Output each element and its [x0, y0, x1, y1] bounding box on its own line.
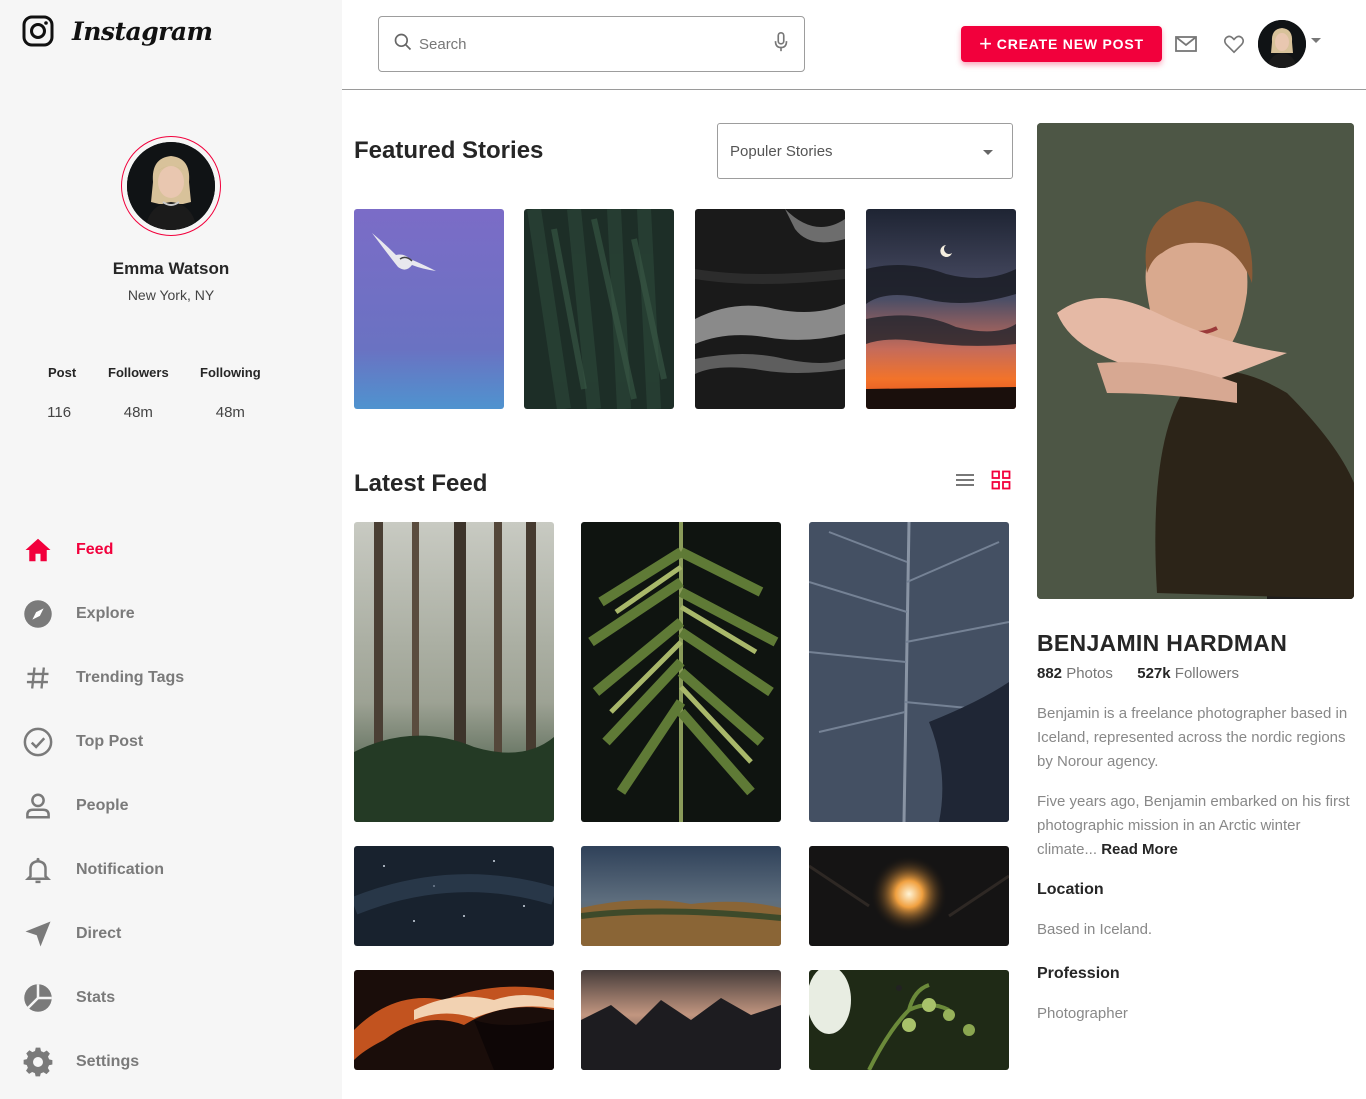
feed-image[interactable]	[809, 522, 1009, 822]
sidebar-item-label: Top Post	[76, 733, 144, 750]
gear-icon	[22, 1046, 54, 1078]
profile-name: Emma Watson	[112, 259, 230, 278]
sidebar-item-label: Feed	[76, 541, 114, 558]
list-view-icon[interactable]	[954, 469, 976, 491]
bell-icon	[22, 854, 54, 886]
stat-value: 48m	[123, 404, 153, 421]
sidebar-item-label: Explore	[76, 605, 135, 622]
sidebar-item-notification[interactable]: Notification	[22, 838, 184, 902]
story-thumbnail[interactable]	[354, 209, 504, 409]
chevron-down-icon[interactable]	[1311, 38, 1321, 43]
hashtag-icon	[22, 662, 54, 694]
compass-icon	[22, 598, 54, 630]
stat-label: Post	[48, 365, 77, 380]
featured-stories-title: Featured Stories	[354, 137, 544, 164]
feed-image[interactable]	[809, 970, 1009, 1070]
sidebar-item-top-post[interactable]: Top Post	[22, 710, 184, 774]
photos-label: Photos	[1066, 665, 1113, 682]
story-thumbnail[interactable]	[695, 209, 845, 409]
plus-icon: +	[979, 31, 993, 56]
sidebar-item-people[interactable]: People	[22, 774, 184, 838]
read-more-link[interactable]: Read More	[1101, 841, 1178, 858]
sidebar-item-label: Trending Tags	[76, 669, 185, 686]
profession-heading: Profession	[1037, 965, 1120, 982]
stat-value: 116	[47, 404, 72, 421]
feed-image[interactable]	[354, 970, 554, 1070]
profile-card-photo[interactable]	[1037, 123, 1354, 599]
feed-image[interactable]	[354, 846, 554, 946]
sidebar-item-label: Notification	[76, 861, 164, 878]
sidebar-nav: Feed Explore Trending Tags Top Post Peop…	[22, 518, 184, 1094]
create-new-post-label: CREATE NEW POST	[996, 36, 1144, 52]
followers-count: 527k	[1137, 665, 1171, 682]
stat-label: Following	[200, 365, 261, 380]
stat-followers: Followers 48m	[108, 365, 169, 421]
sidebar-item-label: People	[76, 797, 129, 814]
feed-image[interactable]	[581, 846, 781, 946]
stories-filter-value: Populer Stories	[730, 142, 833, 160]
sidebar-item-label: Stats	[76, 989, 116, 1006]
sidebar-item-settings[interactable]: Settings	[22, 1030, 184, 1094]
profile-card-bio: Benjamin is a freelance photographer bas…	[1037, 705, 1348, 770]
pie-chart-icon	[22, 982, 54, 1014]
story-thumbnail[interactable]	[866, 209, 1016, 409]
header-avatar[interactable]	[1258, 20, 1306, 68]
photos-count: 882	[1037, 665, 1063, 682]
feed-image[interactable]	[809, 846, 1009, 946]
sidebar-item-trending-tags[interactable]: Trending Tags	[22, 646, 184, 710]
location-value: Based in Iceland.	[1037, 921, 1153, 938]
story-thumbnail[interactable]	[524, 209, 674, 409]
instagram-logo-icon	[22, 15, 54, 47]
bio-excerpt: Five years ago, Benjamin embarked on his…	[1037, 793, 1350, 858]
location-heading: Location	[1037, 881, 1104, 898]
sidebar-item-feed[interactable]: Feed	[22, 518, 184, 582]
search-bar[interactable]	[378, 16, 805, 72]
person-icon	[22, 790, 54, 822]
stat-following: Following 48m	[200, 365, 261, 421]
microphone-icon[interactable]	[772, 31, 790, 58]
send-icon	[22, 918, 54, 950]
search-icon	[393, 32, 413, 57]
app-name: Instagram	[72, 16, 213, 46]
followers-label: Followers	[1174, 665, 1239, 682]
create-new-post-button[interactable]: + CREATE NEW POST	[961, 26, 1162, 62]
latest-feed-title: Latest Feed	[354, 470, 488, 497]
sidebar-item-explore[interactable]: Explore	[22, 582, 184, 646]
check-circle-icon	[22, 726, 54, 758]
mail-icon[interactable]	[1174, 32, 1198, 56]
sidebar-item-label: Direct	[76, 925, 122, 942]
grid-view-icon[interactable]	[990, 469, 1012, 491]
feed-image[interactable]	[581, 970, 781, 1070]
feed-image[interactable]	[354, 522, 554, 822]
sidebar-item-direct[interactable]: Direct	[22, 902, 184, 966]
sidebar-item-stats[interactable]: Stats	[22, 966, 184, 1030]
heart-icon[interactable]	[1222, 32, 1246, 56]
profile-card-bio-more: Five years ago, Benjamin embarked on his…	[1037, 790, 1355, 862]
profession-value: Photographer	[1037, 1005, 1128, 1022]
stat-label: Followers	[108, 365, 169, 380]
search-input[interactable]	[419, 35, 772, 53]
stories-filter-dropdown[interactable]: Populer Stories	[717, 123, 1013, 179]
sidebar-item-label: Settings	[76, 1053, 140, 1070]
profile-avatar[interactable]	[121, 136, 221, 236]
profile-card-stats: 882 Photos 527k Followers	[1037, 665, 1239, 682]
chevron-down-icon	[983, 150, 993, 155]
top-header: + CREATE NEW POST	[342, 0, 1366, 90]
home-icon	[22, 534, 54, 566]
stat-post: Post 116	[47, 365, 77, 421]
sidebar: Instagram Emma Watson New York, NY Post …	[0, 0, 342, 1099]
feed-image[interactable]	[581, 522, 781, 822]
logo[interactable]: Instagram	[22, 15, 213, 47]
stat-value: 48m	[215, 404, 245, 421]
profile-location: New York, NY	[127, 287, 215, 303]
profile-card-name: BENJAMIN HARDMAN	[1037, 630, 1288, 656]
